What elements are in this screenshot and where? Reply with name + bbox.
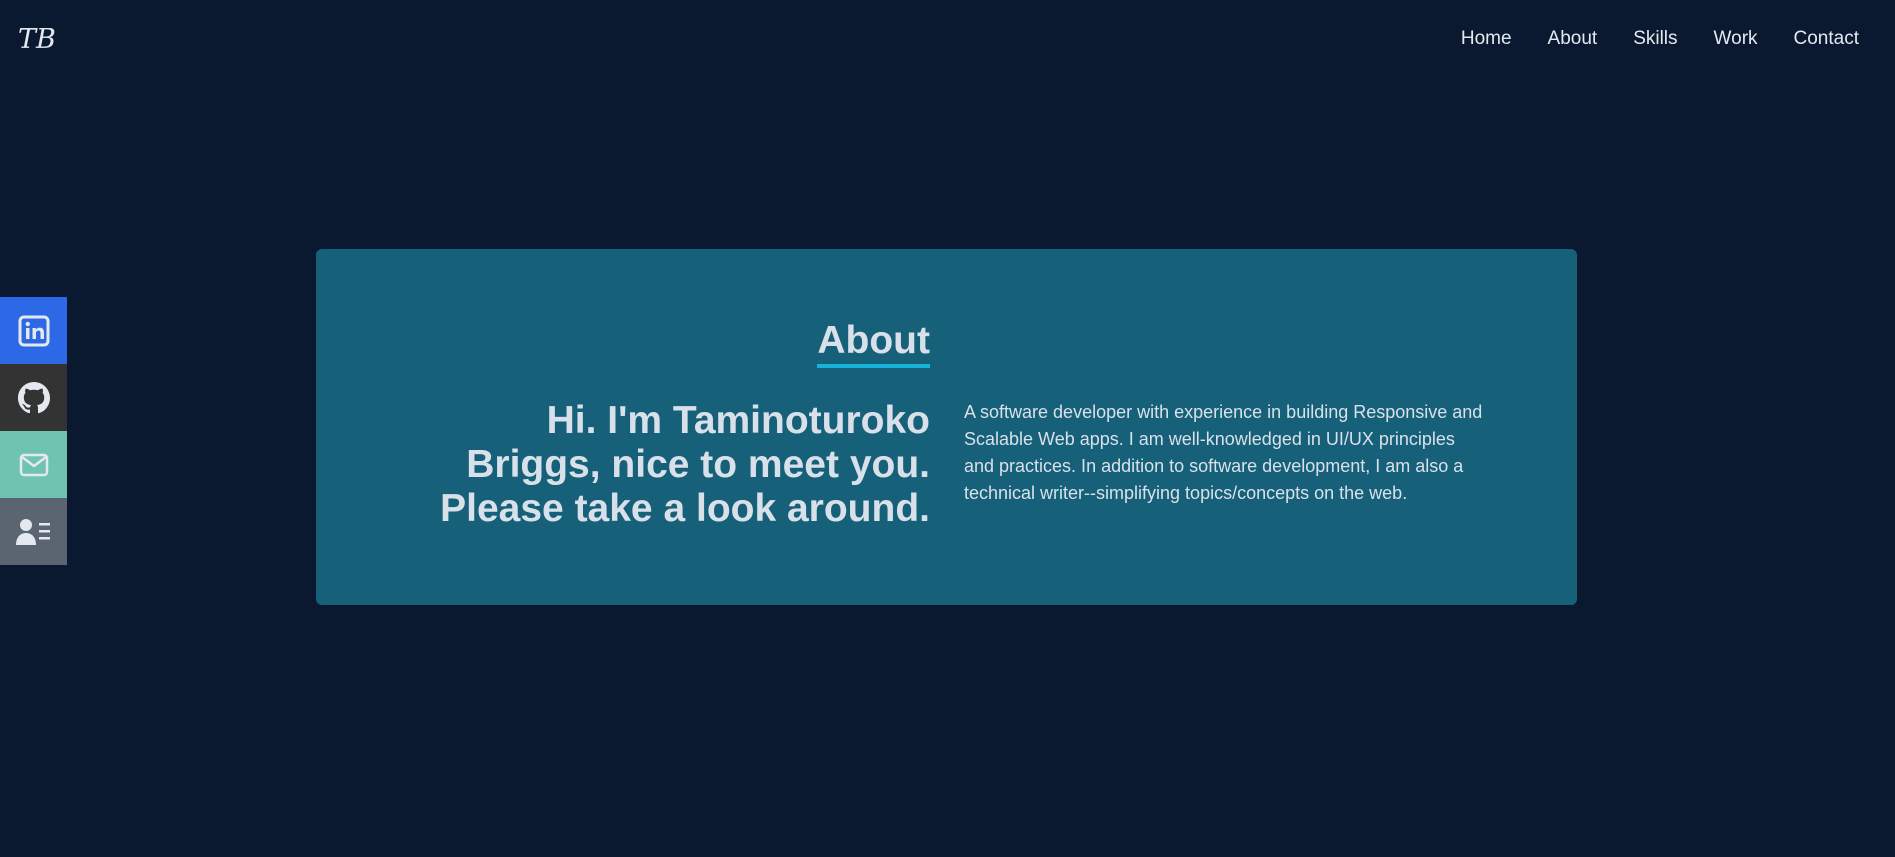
nav-skills[interactable]: Skills	[1633, 28, 1677, 50]
headline-line: Hi. I'm Taminoturoko	[546, 399, 930, 442]
nav-home[interactable]: Home	[1461, 28, 1512, 50]
site-logo[interactable]: TB	[18, 24, 56, 55]
resume-link[interactable]	[0, 498, 67, 565]
nav-about[interactable]: About	[1548, 28, 1598, 50]
about-title: About	[817, 320, 930, 368]
main-nav: Home About Skills Work Contact	[1425, 28, 1859, 50]
headline-line: Briggs, nice to meet you.	[466, 443, 930, 486]
email-link[interactable]	[0, 431, 67, 498]
social-sidebar	[0, 297, 67, 565]
github-link[interactable]	[0, 364, 67, 431]
linkedin-icon	[18, 315, 49, 346]
page: TB Home About Skills Work Contact About …	[0, 0, 1895, 857]
headline-line: Please take a look around.	[440, 487, 930, 530]
intro-headline: Hi. I'm Taminoturoko Briggs, nice to mee…	[370, 399, 930, 531]
nav-work[interactable]: Work	[1714, 28, 1758, 50]
about-description: A software developer with experience in …	[964, 402, 1483, 503]
contact-card-icon	[15, 518, 50, 545]
linkedin-link[interactable]	[0, 297, 67, 364]
nav-contact[interactable]: Contact	[1794, 28, 1859, 50]
github-icon	[17, 381, 50, 413]
about-card: About Hi. I'm Taminoturoko Briggs, nice …	[316, 249, 1577, 605]
mail-icon	[19, 453, 48, 476]
